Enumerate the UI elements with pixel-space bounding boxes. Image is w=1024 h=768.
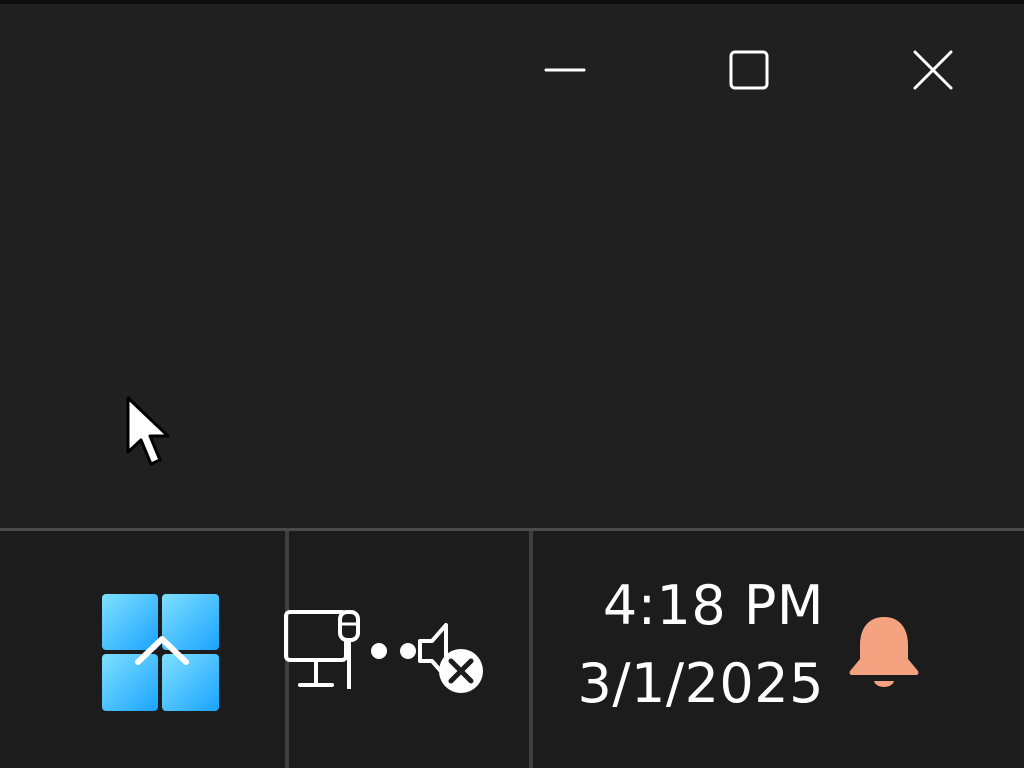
close-button[interactable] bbox=[893, 32, 973, 108]
minimize-icon bbox=[544, 68, 586, 72]
maximize-icon bbox=[729, 50, 769, 90]
clock-date: 3/1/2025 bbox=[577, 652, 824, 715]
maximize-button[interactable] bbox=[709, 32, 789, 108]
taskbar-clock[interactable]: 4:18 PM 3/1/2025 bbox=[548, 575, 824, 715]
clock-time: 4:18 PM bbox=[602, 574, 824, 637]
windows-start-icon bbox=[102, 594, 219, 711]
taskbar: 4:18 PM 3/1/2025 bbox=[0, 528, 1024, 768]
close-icon bbox=[913, 50, 953, 90]
network-wired-icon[interactable] bbox=[283, 609, 395, 697]
taskbar-divider bbox=[529, 531, 533, 768]
bell-icon[interactable] bbox=[846, 611, 922, 699]
start-button[interactable] bbox=[102, 594, 219, 711]
desktop-screen: 4:18 PM 3/1/2025 bbox=[0, 0, 1024, 768]
volume-muted-icon[interactable] bbox=[398, 617, 490, 697]
mouse-pointer-icon bbox=[124, 396, 176, 474]
app-window bbox=[0, 4, 1024, 528]
minimize-button[interactable] bbox=[525, 32, 605, 108]
